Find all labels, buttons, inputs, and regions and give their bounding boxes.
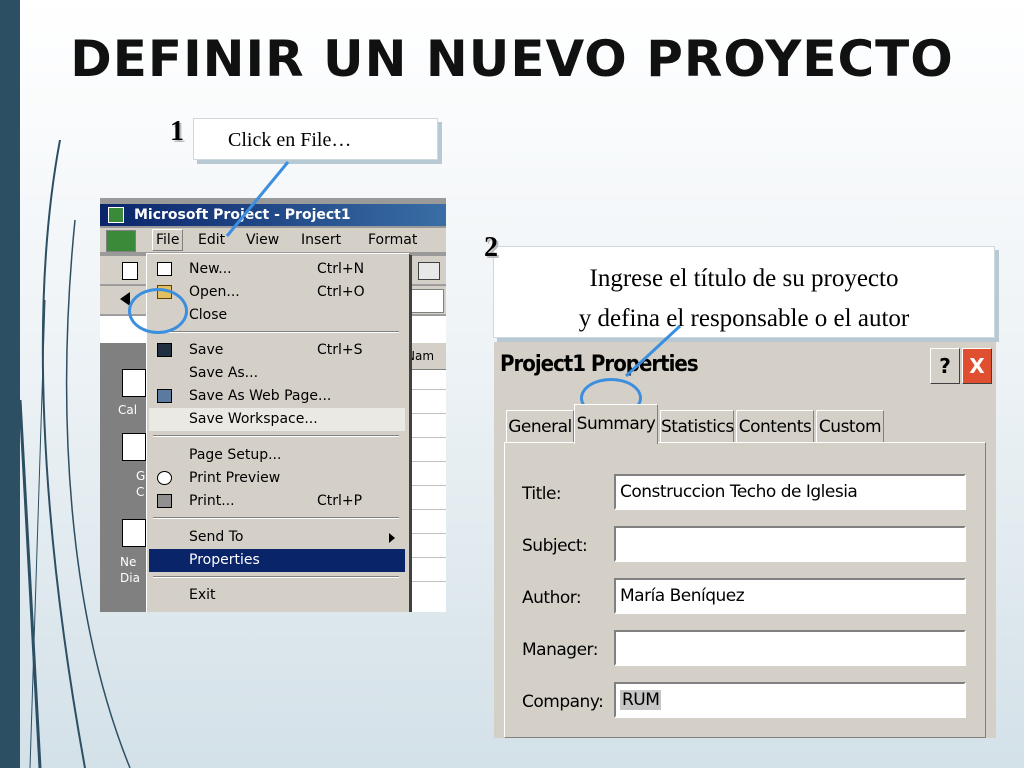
- menu-item-new[interactable]: New... Ctrl+N: [149, 258, 405, 281]
- step2-callout: Ingrese el título de su proyecto y defin…: [493, 246, 995, 338]
- manager-field[interactable]: [614, 630, 966, 666]
- menu-item-print[interactable]: Print... Ctrl+P: [149, 490, 405, 513]
- task-grid: Nam: [406, 343, 446, 612]
- step1-number: 1: [170, 116, 184, 147]
- slide-title: DEFINIR UN NUEVO PROYECTO: [70, 30, 954, 88]
- new-doc-icon: [157, 262, 172, 276]
- help-button[interactable]: ?: [930, 348, 960, 384]
- view-label-calendar: Cal: [118, 403, 138, 417]
- label-manager: Manager:: [522, 640, 598, 660]
- menu-item-print-preview[interactable]: Print Preview: [149, 467, 405, 490]
- menu-item-save-as[interactable]: Save As...: [149, 362, 405, 385]
- toolbar-table-icon[interactable]: [418, 262, 440, 280]
- step2-line1: Ingrese el título de su proyecto: [589, 265, 899, 292]
- step1-callout: Click en File…: [193, 118, 438, 160]
- view-label-chart: C: [136, 485, 145, 499]
- view-label-network: Ne: [120, 555, 137, 569]
- close-button[interactable]: X: [962, 348, 992, 384]
- menu-item-save-workspace[interactable]: Save Workspace...: [149, 408, 405, 431]
- step1-text: Click en File…: [228, 129, 352, 151]
- submenu-arrow-icon: [389, 533, 395, 543]
- company-field[interactable]: RUM: [614, 682, 966, 718]
- ms-project-screenshot: Microsoft Project - Project1 File Edit V…: [100, 198, 446, 612]
- menu-item-open[interactable]: Open... Ctrl+O: [149, 281, 405, 304]
- menu-edit[interactable]: Edit: [198, 228, 225, 252]
- menu-insert[interactable]: Insert: [301, 228, 341, 252]
- menu-item-exit[interactable]: Exit: [149, 584, 405, 607]
- company-value: RUM: [620, 690, 662, 710]
- doc-control-icon[interactable]: [106, 230, 136, 252]
- floppy-disk-icon: [157, 343, 172, 357]
- grid-header-name: Nam: [406, 343, 446, 370]
- print-preview-icon: [157, 471, 172, 485]
- tab-statistics[interactable]: Statistics: [660, 410, 734, 443]
- menu-item-send-to[interactable]: Send To: [149, 526, 405, 549]
- step2-number: 2: [484, 232, 498, 263]
- calendar-view-icon[interactable]: [122, 369, 146, 397]
- tab-custom[interactable]: Custom: [816, 410, 884, 443]
- toolbar-combo[interactable]: [410, 289, 444, 313]
- step2-line2: y defina el responsable o el autor: [578, 305, 910, 332]
- ms-project-app-icon: [108, 207, 124, 223]
- menu-item-save-as-web-page[interactable]: Save As Web Page...: [149, 385, 405, 408]
- tab-summary[interactable]: Summary: [574, 404, 658, 444]
- menu-item-page-setup[interactable]: Page Setup...: [149, 444, 405, 467]
- title-field[interactable]: Construccion Techo de Iglesia: [614, 474, 966, 510]
- view-bar: Cal G C Ne Dia: [100, 343, 148, 612]
- window-titlebar: Microsoft Project - Project1: [100, 204, 446, 226]
- tab-contents[interactable]: Contents: [736, 410, 814, 443]
- printer-icon: [157, 494, 172, 508]
- file-menu-highlight-ring: [128, 288, 188, 334]
- label-title: Title:: [522, 484, 562, 504]
- label-subject: Subject:: [522, 536, 588, 556]
- gantt-view-icon[interactable]: [122, 433, 146, 461]
- tab-general[interactable]: General: [506, 410, 574, 443]
- menu-view[interactable]: View: [246, 228, 279, 252]
- menu-format[interactable]: Format: [368, 228, 417, 252]
- label-author: Author:: [522, 588, 582, 608]
- menu-item-save[interactable]: Save Ctrl+S: [149, 339, 405, 362]
- menu-item-properties[interactable]: Properties: [149, 549, 405, 572]
- subject-field[interactable]: [614, 526, 966, 562]
- menu-file[interactable]: File: [152, 229, 184, 251]
- dialog-title: Project1 Properties: [500, 352, 699, 377]
- view-label-gantt: G: [136, 469, 146, 483]
- network-diagram-icon[interactable]: [122, 519, 146, 547]
- window-title: Microsoft Project - Project1: [134, 207, 351, 223]
- properties-dialog: Project1 Properties ? X General Summary …: [494, 342, 996, 738]
- web-page-icon: [157, 389, 172, 403]
- author-field[interactable]: María Beníquez: [614, 578, 966, 614]
- menubar: File Edit View Insert Format: [100, 228, 446, 252]
- label-company: Company:: [522, 692, 604, 712]
- view-label-diagram: Dia: [120, 571, 140, 585]
- new-doc-icon[interactable]: [122, 262, 138, 280]
